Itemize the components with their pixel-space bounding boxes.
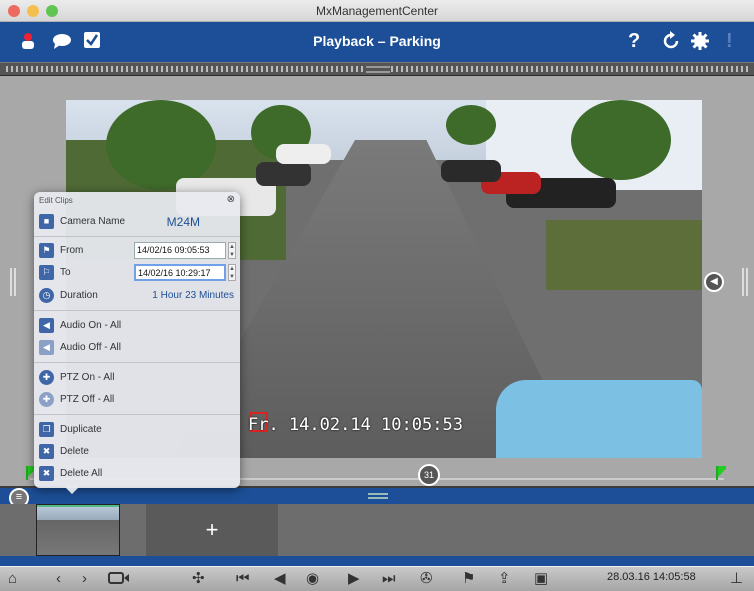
from-stepper[interactable]: ▲ ▼ xyxy=(228,242,236,259)
duration-row: ◷ Duration 1 Hour 23 Minutes xyxy=(34,286,240,306)
pin-icon[interactable]: ⊥ xyxy=(730,570,743,588)
audio-off-label: Audio Off - All xyxy=(60,342,121,353)
video-timestamp-overlay: Fr. 14.02.14 10:05:53 xyxy=(248,415,463,435)
to-row: ⚐ To 14/02/16 10:29:17 ▲ ▼ xyxy=(34,263,240,283)
ptz-off-all-button[interactable]: ✚ PTZ Off - All xyxy=(34,390,240,410)
film-reel-icon[interactable]: ✇ xyxy=(420,570,433,588)
clock-icon: ◷ xyxy=(39,288,54,303)
forward-icon[interactable]: › xyxy=(82,570,87,588)
panel-pointer xyxy=(64,486,80,494)
duplicate-icon: ❐ xyxy=(39,422,54,437)
back-icon[interactable]: ‹ xyxy=(56,570,61,588)
divider xyxy=(34,310,240,311)
ptz-off-icon: ✚ xyxy=(39,392,54,407)
view-title: Playback – Parking xyxy=(313,33,441,49)
audio-on-label: Audio On - All xyxy=(60,320,122,331)
divider xyxy=(34,236,240,237)
camera-name-label: Camera Name xyxy=(60,216,126,227)
alert-icon[interactable]: ! xyxy=(726,30,733,53)
end-flag-icon[interactable] xyxy=(716,466,726,480)
speaker-icon[interactable]: ◀ xyxy=(704,272,724,292)
camera-icon[interactable] xyxy=(108,571,130,590)
clip-selection-indicator xyxy=(37,505,119,507)
top-timeline-strip[interactable] xyxy=(0,62,754,76)
trash-icon: ✖ xyxy=(39,444,54,459)
puzzle-icon[interactable]: ✣ xyxy=(192,570,205,588)
app-header: Playback – Parking ? ! xyxy=(0,22,754,62)
clip-thumbnail[interactable] xyxy=(36,504,120,556)
flag-icon[interactable]: ⚑ xyxy=(462,570,475,588)
skip-to-start-icon[interactable]: ⏮ xyxy=(236,570,250,588)
flag-end-icon: ⚐ xyxy=(39,265,54,280)
dark-car xyxy=(441,160,501,182)
help-icon[interactable]: ? xyxy=(628,30,640,53)
export-icon[interactable]: ⇪ xyxy=(498,570,511,588)
clip-splitter-bar[interactable] xyxy=(0,488,754,504)
left-panel-handle[interactable] xyxy=(10,268,16,296)
tree xyxy=(446,105,496,145)
gear-icon[interactable] xyxy=(690,31,710,56)
from-row: ⚑ From 14/02/16 09:05:53 ▲ ▼ xyxy=(34,241,240,261)
bottom-accent-bar xyxy=(0,556,754,566)
delete-label: Delete xyxy=(60,446,89,457)
camera-name-value: M24M xyxy=(166,215,200,229)
ptz-on-icon: ✚ xyxy=(39,370,54,385)
from-datetime-input[interactable]: 14/02/16 09:05:53 xyxy=(134,242,226,259)
camera-name-row: ■ Camera Name M24M xyxy=(34,212,240,232)
from-label: From xyxy=(60,245,84,256)
window-titlebar: MxManagementCenter xyxy=(0,0,754,22)
step-back-icon[interactable]: ◀ xyxy=(274,570,286,588)
dark-car xyxy=(256,162,311,186)
edit-clips-title: Edit Clips xyxy=(39,196,73,205)
play-icon[interactable]: ▶ xyxy=(348,570,360,588)
home-icon[interactable]: ⌂ xyxy=(8,570,17,588)
light-blue-car xyxy=(496,380,702,458)
window-title: MxManagementCenter xyxy=(315,4,439,18)
ptz-off-label: PTZ Off - All xyxy=(60,394,115,405)
delete-button[interactable]: ✖ Delete xyxy=(34,442,240,462)
grass-right xyxy=(546,220,702,290)
strip-grip-handle[interactable] xyxy=(366,66,390,73)
ptz-on-all-button[interactable]: ✚ PTZ On - All xyxy=(34,368,240,388)
duration-label: Duration xyxy=(60,290,98,301)
tree xyxy=(106,100,216,190)
playhead-icon[interactable]: ◉ xyxy=(306,570,319,588)
snapshot-icon[interactable]: ▣ xyxy=(534,570,548,588)
flag-start-icon: ⚑ xyxy=(39,243,54,258)
audio-off-all-button[interactable]: ◀ Audio Off - All xyxy=(34,338,240,358)
refresh-icon[interactable] xyxy=(661,31,681,56)
splitter-grip[interactable] xyxy=(368,493,388,499)
duration-value: 1 Hour 23 Minutes xyxy=(152,290,234,301)
video-camera-icon: ■ xyxy=(39,214,54,229)
add-clip-button[interactable]: + xyxy=(146,504,278,556)
trash-all-icon: ✖ xyxy=(39,466,54,481)
speaker-on-icon: ◀ xyxy=(39,318,54,333)
current-datetime: 28.03.16 14:05:58 xyxy=(607,571,696,583)
delete-all-button[interactable]: ✖ Delete All xyxy=(34,464,240,484)
speaker-off-icon: ◀ xyxy=(39,340,54,355)
audio-on-all-button[interactable]: ◀ Audio On - All xyxy=(34,316,240,336)
right-panel-handle[interactable] xyxy=(742,268,748,296)
tree xyxy=(571,100,671,180)
white-car xyxy=(276,144,331,164)
calendar-icon[interactable]: 31 xyxy=(418,464,440,486)
divider xyxy=(34,414,240,415)
divider xyxy=(34,362,240,363)
duplicate-button[interactable]: ❐ Duplicate xyxy=(34,420,240,440)
delete-all-label: Delete All xyxy=(60,468,103,479)
to-datetime-input[interactable]: 14/02/16 10:29:17 xyxy=(134,264,226,281)
close-panel-icon[interactable]: ⊗ xyxy=(227,194,235,205)
to-label: To xyxy=(60,267,71,278)
ptz-on-label: PTZ On - All xyxy=(60,372,115,383)
edit-clips-panel: Edit Clips ⊗ ■ Camera Name M24M ⚑ From 1… xyxy=(34,192,240,488)
duplicate-label: Duplicate xyxy=(60,424,102,435)
to-stepper[interactable]: ▲ ▼ xyxy=(228,264,236,281)
skip-to-end-icon[interactable]: ⏭ xyxy=(382,570,396,588)
